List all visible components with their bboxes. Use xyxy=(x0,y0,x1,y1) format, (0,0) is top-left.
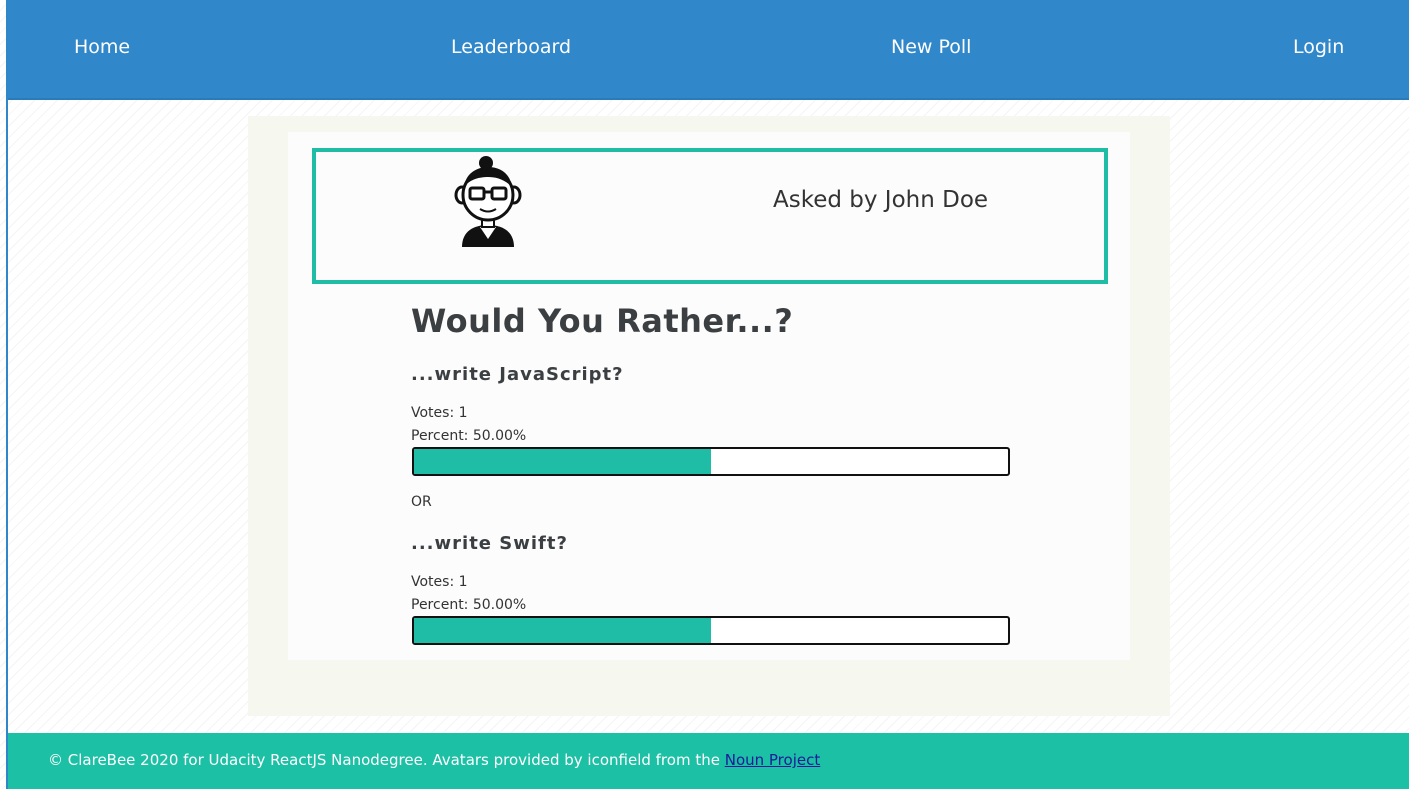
author-panel xyxy=(312,148,1108,284)
option-two-progress-bar xyxy=(412,616,1010,645)
navbar: Home Leaderboard New Poll Login xyxy=(8,0,1409,100)
nav-new-poll-link[interactable]: New Poll xyxy=(891,36,971,58)
avatar-icon xyxy=(440,155,540,255)
author-label: Asked by John Doe xyxy=(773,187,989,213)
option-two-percent: Percent: 50.00% xyxy=(411,597,527,613)
option-two-progress-fill xyxy=(414,618,711,643)
option-one-progress-bar xyxy=(412,447,1010,476)
option-one-text: ...write JavaScript? xyxy=(411,364,624,385)
question-title: Would You Rather...? xyxy=(411,302,794,340)
option-two-text: ...write Swift? xyxy=(411,533,568,554)
option-one-progress-fill xyxy=(414,449,711,474)
nav-leaderboard-link[interactable]: Leaderboard xyxy=(451,36,571,58)
footer: © ClareBee 2020 for Udacity ReactJS Nano… xyxy=(8,733,1409,789)
option-one-votes: Votes: 1 xyxy=(411,405,468,421)
option-two-votes: Votes: 1 xyxy=(411,574,468,590)
or-separator: OR xyxy=(411,494,432,510)
noun-project-link[interactable]: Noun Project xyxy=(725,751,821,769)
nav-home-link[interactable]: Home xyxy=(74,36,130,58)
nav-login-link[interactable]: Login xyxy=(1293,36,1344,58)
footer-text: © ClareBee 2020 for Udacity ReactJS Nano… xyxy=(48,751,725,769)
option-one-percent: Percent: 50.00% xyxy=(411,428,527,444)
page-left-border xyxy=(6,0,8,789)
footer-text-block: © ClareBee 2020 for Udacity ReactJS Nano… xyxy=(48,751,820,769)
